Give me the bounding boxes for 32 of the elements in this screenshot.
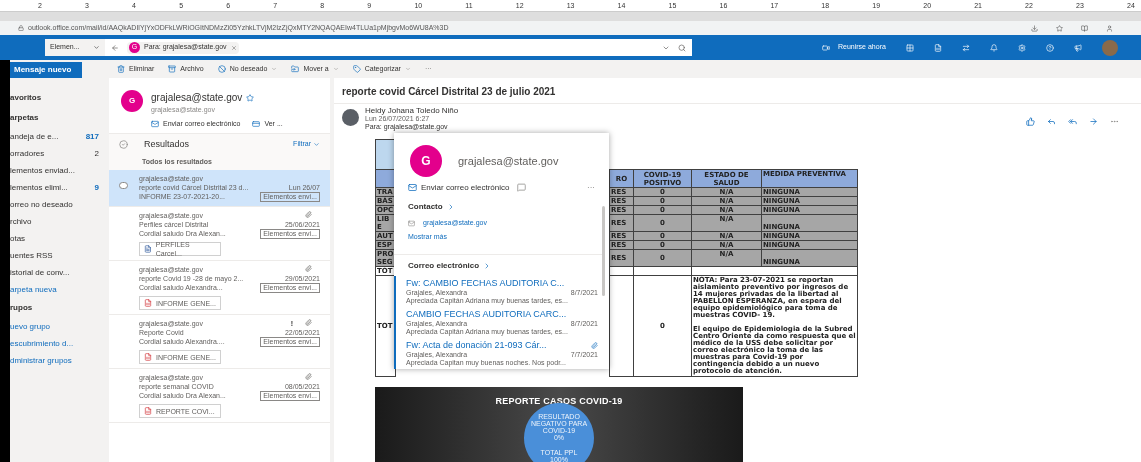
sender-name: Heidy Johana Toledo Niño [365,107,459,115]
section-heading[interactable]: avoritos [10,88,107,108]
email-subject: Fw: CAMBIO FECHAS AUDITORIA C... [406,278,565,289]
folder-item[interactable]: lementos elimi... 9 [10,179,107,196]
section-heading[interactable]: arpetas [10,108,107,128]
folder-item[interactable]: andeja de e... 817 [10,128,107,145]
folder-item[interactable]: uentes RSS [10,247,107,264]
contact-heading: Contacto [408,201,443,213]
folder-item[interactable]: istorial de conv... [10,264,107,281]
new-message-button[interactable]: Mensaje nuevo [10,62,82,78]
email-subject: reporte covid Cárcel Distrital 23 de julio 2021 [341,85,557,99]
folder-item[interactable]: orradores 2 [10,145,107,162]
send-email-button[interactable]: Enviar correo electrónico [408,181,510,194]
sidebar-link[interactable]: dministrar grupos [10,352,107,369]
avatar: G [121,90,143,112]
sidebar-link[interactable]: escubrimiento d... [10,335,107,352]
folder-item[interactable]: rchivo [10,213,107,230]
email-subject: CAMBIO FECHAS AUDITORIA CARC... [406,309,567,320]
results-title: Resultados [144,137,190,151]
chart-title: REPORTE CASOS COVID-19 [494,395,624,408]
sidebar-link[interactable]: uevo grupo [10,318,107,335]
folder-item[interactable]: otas [10,230,107,247]
contact-name: grajalesa@state.gov [151,91,243,105]
popup-avatar: G [410,145,442,177]
popup-name: grajalesa@state.gov [458,153,559,169]
email-subject: Fw: Acta de donación 21-093 Cár... [406,340,547,351]
email-heading: Correo electrónico [408,259,480,272]
section-heading[interactable]: rupos [10,298,107,318]
folder-item[interactable]: lementos enviad... [10,162,107,179]
folder-item[interactable]: orreo no deseado [10,196,107,213]
more-button[interactable]: ··· [587,181,595,194]
sidebar-link[interactable]: arpeta nueva [10,281,107,298]
